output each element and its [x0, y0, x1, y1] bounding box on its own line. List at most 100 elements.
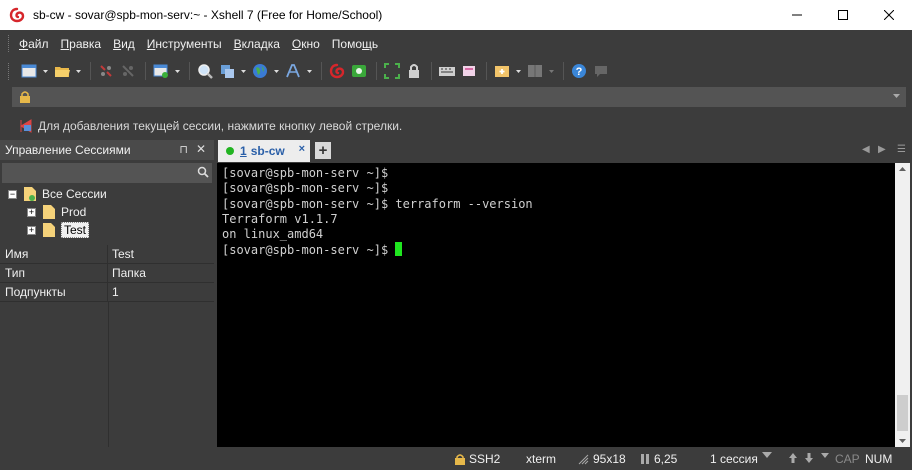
address-bar[interactable] — [12, 87, 906, 107]
sftp-button[interactable] — [217, 61, 237, 81]
connection-status-icon — [226, 147, 234, 155]
hint-bar: Для добавления текущей сессии, нажмите к… — [0, 113, 912, 138]
terminal-output[interactable]: [sovar@spb-mon-serv ~]$ [sovar@spb-mon-s… — [217, 163, 895, 447]
lock-icon — [409, 64, 419, 78]
search-icon[interactable] — [197, 166, 209, 178]
xftp-icon — [352, 65, 366, 77]
new-window-dropdown[interactable] — [173, 61, 181, 81]
disconnect-button[interactable] — [118, 61, 138, 81]
expand-toggle[interactable]: + — [27, 225, 36, 235]
toolbar-grip[interactable] — [8, 62, 11, 80]
menu-tab[interactable]: Вкладка — [234, 37, 280, 51]
toolbar-separator — [563, 62, 564, 80]
tab-list-icon[interactable]: ☰ — [897, 144, 906, 155]
menu-tools[interactable]: Инструменты — [147, 37, 222, 51]
minimize-button[interactable] — [774, 0, 820, 30]
terminal-line: [sovar@spb-mon-serv ~]$ terraform --vers… — [222, 196, 533, 211]
tree-item-label: Test — [61, 222, 90, 238]
tree-item-test[interactable]: + Test — [27, 221, 90, 239]
font-dropdown[interactable] — [305, 61, 313, 81]
sftp-dropdown[interactable] — [239, 61, 247, 81]
scroll-thumb[interactable] — [897, 395, 908, 431]
property-key: Имя — [0, 245, 108, 263]
folder-icon — [43, 223, 55, 237]
chevron-down-icon — [75, 69, 81, 73]
globe-icon — [253, 64, 267, 78]
chevron-down-icon[interactable] — [893, 94, 900, 98]
status-download[interactable] — [803, 452, 815, 464]
terminal-line: Terraform v1.1.7 — [222, 211, 338, 226]
chat-button[interactable] — [591, 61, 611, 81]
folder-icon — [43, 205, 55, 219]
collapse-toggle[interactable]: − — [8, 189, 17, 199]
session-manager-header: Управление Сессиями ⊓ ✕ — [0, 140, 214, 160]
scroll-down-icon[interactable] — [899, 439, 906, 443]
property-value: Test — [112, 247, 135, 261]
tree-item-prod[interactable]: + Prod — [27, 203, 86, 221]
menu-grip[interactable] — [8, 35, 11, 52]
compose-dropdown[interactable] — [514, 61, 522, 81]
status-terminal-type: xterm — [526, 452, 556, 466]
open-session-button[interactable] — [52, 61, 72, 81]
chevron-down-icon[interactable] — [762, 452, 772, 458]
layout-button[interactable] — [525, 61, 545, 81]
highlight-button[interactable] — [459, 61, 479, 81]
menu-file[interactable]: Файл — [19, 37, 49, 51]
open-session-dropdown[interactable] — [74, 61, 82, 81]
keyboard-button[interactable] — [437, 61, 457, 81]
layout-dropdown[interactable] — [547, 61, 555, 81]
menu-window[interactable]: Окно — [292, 37, 320, 51]
compose-button[interactable] — [492, 61, 512, 81]
status-bar: SSH2 xterm 95x18 6,25 1 сессия CAP NUM — [0, 447, 912, 470]
status-upload[interactable] — [787, 452, 799, 464]
status-sessions: 1 сессия — [710, 452, 758, 466]
chevron-down-icon — [548, 69, 554, 73]
resize-icon — [578, 454, 589, 464]
close-button[interactable] — [866, 0, 912, 30]
xshell-button[interactable] — [327, 61, 347, 81]
globe-dropdown[interactable] — [272, 61, 280, 81]
menu-view[interactable]: Вид — [113, 37, 135, 51]
close-panel-icon[interactable]: ✕ — [196, 142, 206, 156]
menu-edit[interactable]: Правка — [61, 37, 102, 51]
menu-bar: Файл Правка Вид Инструменты Вкладка Окно… — [0, 30, 912, 57]
tab-next-icon[interactable]: ▶ — [878, 144, 886, 155]
expand-toggle[interactable]: + — [27, 207, 36, 217]
toolbar-separator — [145, 62, 146, 80]
font-button[interactable] — [283, 61, 303, 81]
maximize-icon — [838, 10, 848, 20]
find-button[interactable] — [195, 61, 215, 81]
scroll-up-icon[interactable] — [899, 167, 906, 171]
close-icon — [884, 10, 894, 20]
tab-close-icon[interactable]: × — [299, 143, 305, 155]
num-lock-indicator: NUM — [865, 452, 893, 466]
new-session-button[interactable] — [19, 61, 39, 81]
reconnect-button[interactable] — [96, 61, 116, 81]
tab-prev-icon[interactable]: ◀ — [862, 144, 870, 155]
terminal-line: [sovar@spb-mon-serv ~]$ — [222, 166, 389, 180]
menu-help[interactable]: Помощь — [332, 37, 378, 51]
status-cursor: 6,25 — [640, 452, 677, 466]
property-row: Подпункты 1 — [0, 283, 214, 302]
tab-session[interactable]: 1 sb-cw × — [218, 140, 310, 162]
help-button[interactable]: ? — [569, 61, 589, 81]
status-more[interactable] — [821, 452, 829, 460]
chevron-down-icon — [240, 69, 246, 73]
add-tab-button[interactable]: + — [315, 142, 331, 159]
globe-button[interactable] — [250, 61, 270, 81]
property-row: Тип Папка — [0, 264, 214, 283]
terminal-scrollbar[interactable] — [895, 163, 910, 447]
toolbar: ? — [0, 57, 912, 85]
new-window-button[interactable] — [151, 61, 171, 81]
tree-root[interactable]: − Все Сессии — [8, 185, 107, 203]
property-row: Имя Test — [0, 245, 214, 264]
xftp-button[interactable] — [349, 61, 369, 81]
add-session-arrow-icon[interactable] — [20, 118, 32, 133]
session-search-input[interactable] — [2, 163, 212, 183]
lock-button[interactable] — [404, 61, 424, 81]
pin-icon[interactable]: ⊓ — [179, 143, 188, 156]
maximize-button[interactable] — [820, 0, 866, 30]
fullscreen-button[interactable] — [382, 61, 402, 81]
folder-icon — [24, 187, 36, 201]
new-session-dropdown[interactable] — [41, 61, 49, 81]
